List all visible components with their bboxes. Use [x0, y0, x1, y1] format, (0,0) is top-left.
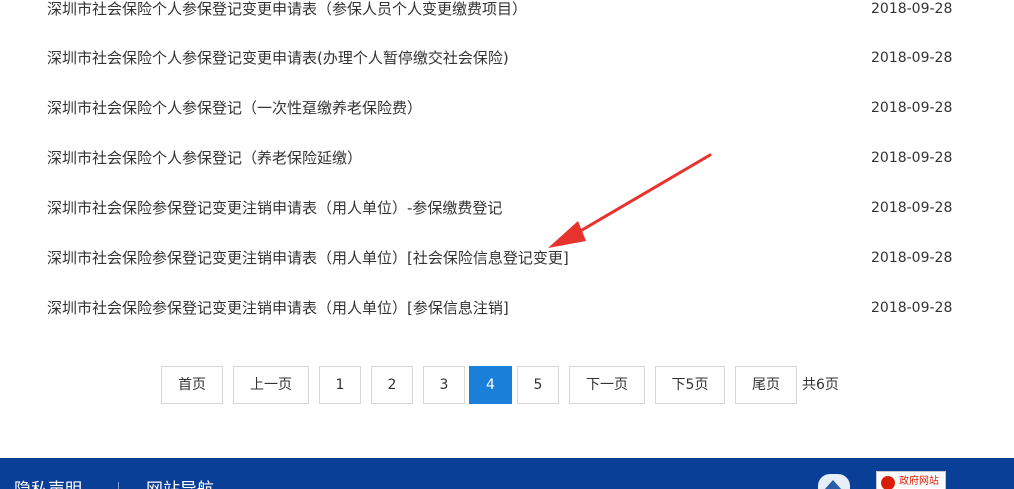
- footer-divider: [118, 482, 119, 489]
- mountain-icon: [824, 480, 842, 489]
- list-item-title[interactable]: 深圳市社会保险参保登记变更注销申请表（用人单位）[参保信息注销]: [47, 293, 509, 323]
- next-page-button[interactable]: 下一页: [569, 366, 645, 404]
- list-item[interactable]: 深圳市社会保险个人参保登记（养老保险延缴） 2018-09-28: [0, 143, 1014, 173]
- total-pages-label: 共6页: [802, 377, 839, 393]
- sitemap-link[interactable]: 网站导航: [146, 478, 214, 489]
- list-item-date: 2018-09-28: [871, 1, 953, 17]
- prev-page-button[interactable]: 上一页: [233, 366, 309, 404]
- gov-seal-icon: [881, 476, 895, 489]
- site-footer: 隐私声明 网站导航 政府网站: [0, 458, 1014, 489]
- list-item-title[interactable]: 深圳市社会保险参保登记变更注销申请表（用人单位）-参保缴费登记: [47, 193, 502, 223]
- list-item-date: 2018-09-28: [871, 250, 953, 266]
- list-item[interactable]: 深圳市社会保险参保登记变更注销申请表（用人单位）-参保缴费登记 2018-09-…: [0, 193, 1014, 223]
- gov-website-badge[interactable]: 政府网站: [876, 471, 946, 489]
- list-item[interactable]: 深圳市社会保险个人参保登记变更申请表（参保人员个人变更缴费项目） 2018-09…: [0, 0, 1014, 24]
- list-item[interactable]: 深圳市社会保险个人参保登记（一次性趸缴养老保险费） 2018-09-28: [0, 93, 1014, 123]
- next-5-pages-button[interactable]: 下5页: [655, 366, 725, 404]
- list-item-date: 2018-09-28: [871, 200, 953, 216]
- page-5-button[interactable]: 5: [517, 366, 559, 404]
- list-item-date: 2018-09-28: [871, 300, 953, 316]
- pagination: 首页 上一页 1 2 3 4 5 下一页 下5页 尾页 共6页: [0, 366, 1014, 406]
- list-item-title[interactable]: 深圳市社会保险个人参保登记（养老保险延缴）: [47, 143, 362, 173]
- list-item-title[interactable]: 深圳市社会保险个人参保登记（一次性趸缴养老保险费）: [47, 93, 422, 123]
- list-item[interactable]: 深圳市社会保险参保登记变更注销申请表（用人单位）[社会保险信息登记变更] 201…: [0, 243, 1014, 273]
- list-item-date: 2018-09-28: [871, 50, 953, 66]
- page-2-button[interactable]: 2: [371, 366, 413, 404]
- privacy-link[interactable]: 隐私声明: [14, 478, 82, 489]
- page-4-button-current[interactable]: 4: [469, 366, 512, 404]
- list-item[interactable]: 深圳市社会保险参保登记变更注销申请表（用人单位）[参保信息注销] 2018-09…: [0, 293, 1014, 323]
- gov-emblem-icon[interactable]: [818, 474, 850, 489]
- first-page-button[interactable]: 首页: [161, 366, 223, 404]
- gov-badge-label: 政府网站: [899, 476, 939, 487]
- list-item-date: 2018-09-28: [871, 150, 953, 166]
- list-item-title[interactable]: 深圳市社会保险个人参保登记变更申请表(办理个人暂停缴交社会保险): [47, 43, 509, 73]
- list-item[interactable]: 深圳市社会保险个人参保登记变更申请表(办理个人暂停缴交社会保险) 2018-09…: [0, 43, 1014, 73]
- list-item-title[interactable]: 深圳市社会保险个人参保登记变更申请表（参保人员个人变更缴费项目）: [47, 0, 527, 24]
- list-item-title[interactable]: 深圳市社会保险参保登记变更注销申请表（用人单位）[社会保险信息登记变更]: [47, 243, 569, 273]
- last-page-button[interactable]: 尾页: [735, 366, 797, 404]
- list-item-date: 2018-09-28: [871, 100, 953, 116]
- page-3-button[interactable]: 3: [423, 366, 465, 404]
- page-1-button[interactable]: 1: [319, 366, 361, 404]
